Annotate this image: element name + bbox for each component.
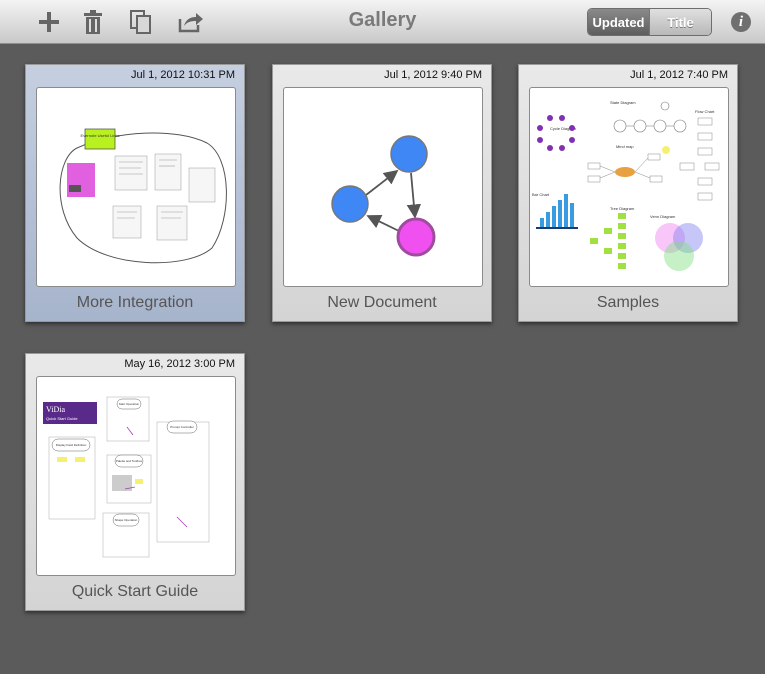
document-date: Jul 1, 2012 9:40 PM <box>384 69 482 81</box>
shape-operation-label: Shape Operation <box>115 518 138 522</box>
document-title: Samples <box>596 294 660 311</box>
mind-map-label: Mind map <box>616 144 634 149</box>
document-date: Jul 1, 2012 7:40 PM <box>630 69 728 81</box>
document-thumbnail: State Diagram Cycle Diagram Flow Chart M… <box>529 87 729 287</box>
document-card[interactable]: Jul 1, 2012 9:40 PM New Document <box>272 64 492 322</box>
document-date: Jul 1, 2012 10:31 PM <box>131 69 235 81</box>
guide-subtitle: Quick Start Guide <box>46 416 78 421</box>
document-card[interactable]: Jul 1, 2012 10:31 PM Evernote Useful Lin… <box>25 64 245 322</box>
palette-toolbox-label: Palette and Toolbox <box>116 459 143 463</box>
sort-title-button[interactable]: Title <box>649 9 711 35</box>
sort-updated-button[interactable]: Updated <box>588 9 649 35</box>
sort-segmented-control: Updated Title <box>587 8 712 36</box>
display-field-label: Display Field Definition <box>56 443 87 447</box>
document-thumbnail <box>283 87 483 287</box>
document-card[interactable]: May 16, 2012 3:00 PM ViDia Quick Start G… <box>25 353 245 611</box>
document-card[interactable]: Jul 1, 2012 7:40 PM State Diagram Cycle … <box>518 64 738 322</box>
document-thumbnail: ViDia Quick Start Guide Start Operation … <box>36 376 236 576</box>
toolbar: Gallery Updated Title i <box>0 0 765 44</box>
document-title: More Integration <box>76 294 194 311</box>
document-title: Quick Start Guide <box>71 583 199 600</box>
document-title: New Document <box>327 294 437 311</box>
tree-diagram-label: Tree Diagram <box>610 206 635 211</box>
state-diagram-label: State Diagram <box>610 100 636 105</box>
note-label: Evernote Useful Links <box>81 133 120 138</box>
guide-brand: ViDia <box>46 405 66 414</box>
document-date: May 16, 2012 3:00 PM <box>124 358 235 370</box>
document-thumbnail: Evernote Useful Links <box>36 87 236 287</box>
flow-chart-label: Flow Chart <box>695 109 715 114</box>
info-icon[interactable]: i <box>731 12 751 32</box>
start-operation-label: Start Operation <box>119 402 140 406</box>
bar-chart-label: Bar Chart <box>532 192 550 197</box>
venn-diagram-label: Venn Diagram <box>650 214 676 219</box>
prompt-controller-label: Prompt Controller <box>170 425 194 429</box>
